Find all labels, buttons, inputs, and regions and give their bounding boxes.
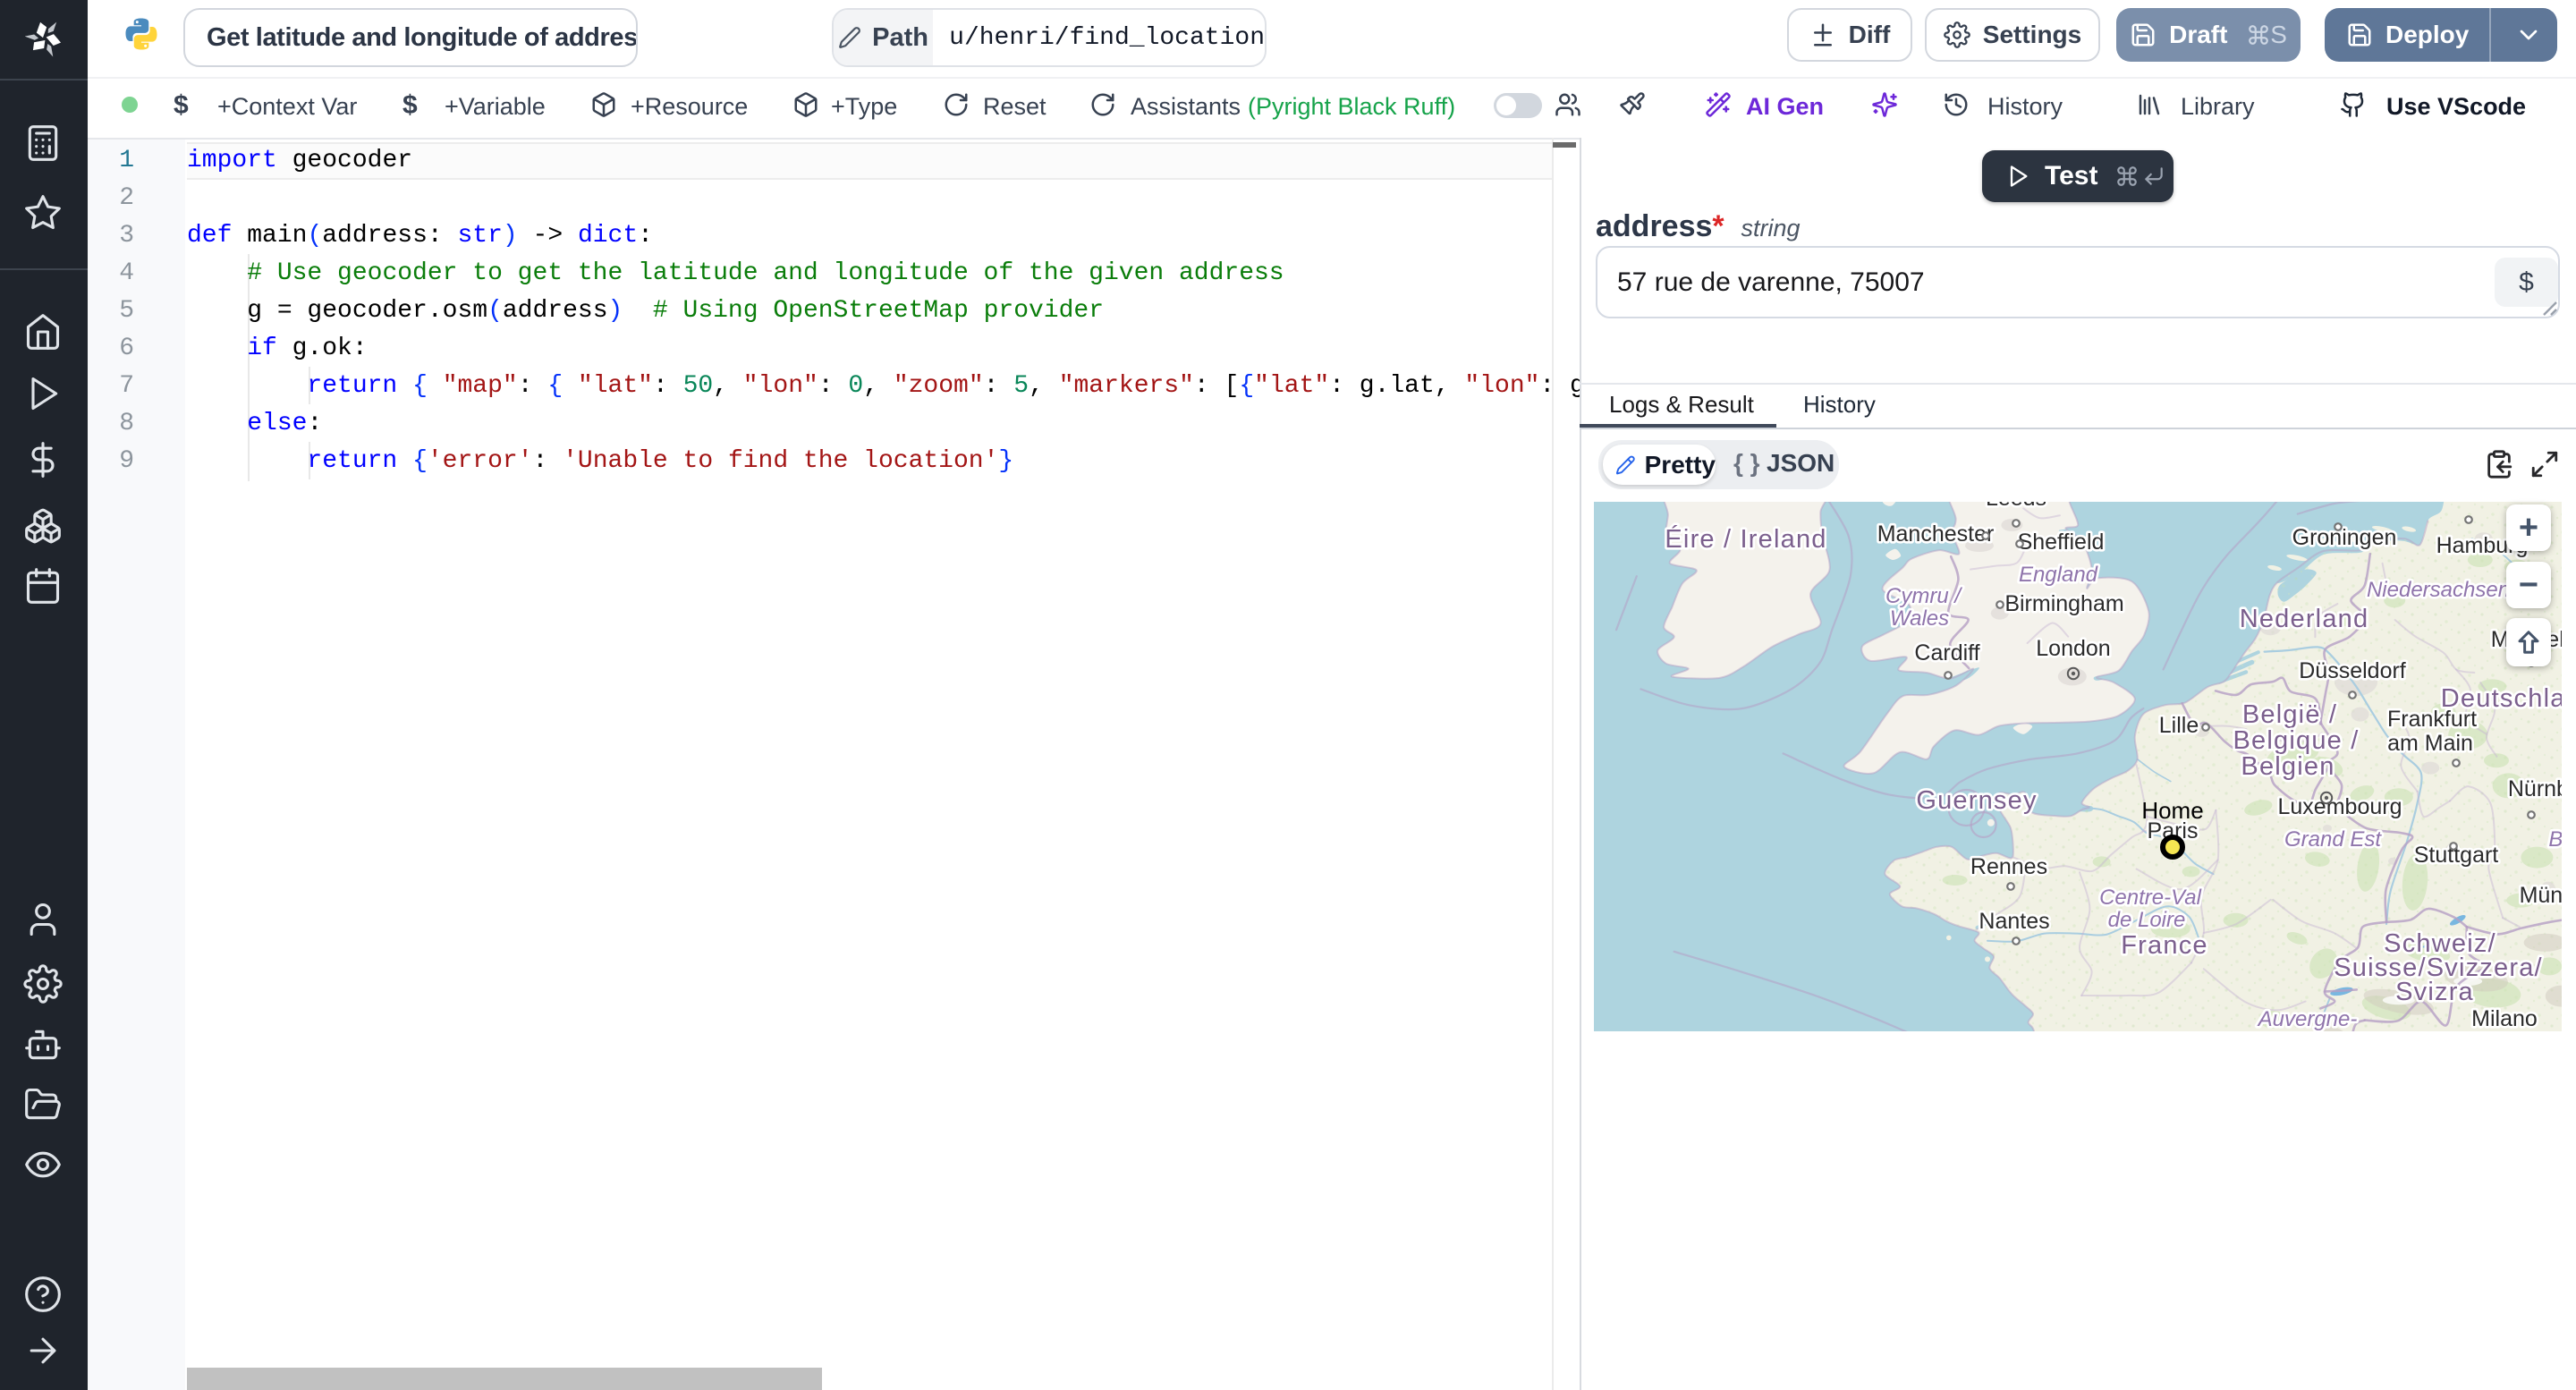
svg-text:Lille: Lille xyxy=(2159,713,2199,738)
svg-text:Rennes: Rennes xyxy=(1970,854,2047,879)
svg-text:München: München xyxy=(2520,883,2562,908)
svg-text:Niedersachsen: Niedersachsen xyxy=(2367,578,2510,602)
svg-text:France: France xyxy=(2121,931,2207,960)
svg-text:Nantes: Nantes xyxy=(1979,909,2049,934)
svg-text:de Loire: de Loire xyxy=(2108,908,2186,932)
svg-text:Milano: Milano xyxy=(2471,1006,2538,1031)
svg-text:Manchester: Manchester xyxy=(1877,521,1995,547)
svg-text:Sheffield: Sheffield xyxy=(2018,530,2105,555)
svg-text:Düsseldorf: Düsseldorf xyxy=(2299,658,2406,683)
svg-text:Luxembourg: Luxembourg xyxy=(2278,794,2402,819)
svg-text:Home: Home xyxy=(2141,797,2203,824)
svg-text:Belgien: Belgien xyxy=(2241,752,2334,781)
svg-text:Bay: Bay xyxy=(2548,827,2562,852)
svg-text:Nürnberg: Nürnberg xyxy=(2508,776,2562,801)
svg-text:Leeds: Leeds xyxy=(1986,502,2046,511)
svg-text:Deutschland: Deutschland xyxy=(2441,684,2562,713)
svg-text:Cymru /: Cymru / xyxy=(1885,584,1962,608)
svg-text:Wales: Wales xyxy=(1890,606,1949,631)
svg-text:Nederland: Nederland xyxy=(2240,605,2369,633)
svg-text:Centre-Val: Centre-Val xyxy=(2099,886,2201,910)
svg-text:Belgique /: Belgique / xyxy=(2233,726,2360,755)
svg-text:Cardiff: Cardiff xyxy=(1914,640,1979,665)
svg-text:Groningen: Groningen xyxy=(2292,525,2397,550)
svg-text:Birmingham: Birmingham xyxy=(2004,591,2123,616)
svg-text:Grand Est: Grand Est xyxy=(2284,827,2382,852)
svg-text:am Main: am Main xyxy=(2387,731,2473,756)
svg-text:Guernsey: Guernsey xyxy=(1916,786,2037,815)
svg-text:Éire / Ireland: Éire / Ireland xyxy=(1665,524,1826,554)
svg-text:België /: België / xyxy=(2242,700,2337,729)
svg-text:London: London xyxy=(2036,636,2110,661)
svg-text:Svizra: Svizra xyxy=(2395,978,2474,1006)
svg-text:Auvergne-: Auvergne- xyxy=(2257,1007,2358,1031)
svg-text:England: England xyxy=(2019,563,2098,587)
